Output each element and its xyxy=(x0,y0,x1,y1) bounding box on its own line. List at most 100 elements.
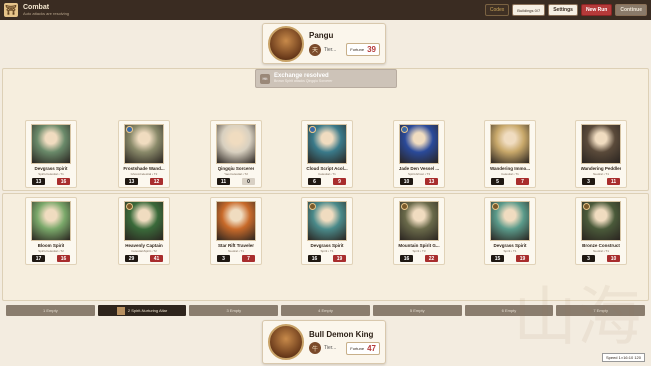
card-name: Star Rift Traveler xyxy=(217,243,254,248)
card-name: Bloom Spirit xyxy=(37,243,65,248)
card-stats: 13 12 xyxy=(125,178,163,185)
attack-stat: 16 xyxy=(400,255,413,262)
card-type: Yao•Celestial • T2 xyxy=(224,172,248,176)
toolbar-buttons: Codex Buildings 0/7 Settings New Run Con… xyxy=(484,4,647,16)
app-subtitle: Auto attacks are resolving xyxy=(23,11,70,16)
enemy-card[interactable]: Wandering Peddler Neutral • T1 3 11 xyxy=(575,120,627,188)
top-bar: ⛩ Combat Auto attacks are resolving Code… xyxy=(0,0,651,20)
health-stat: 16 xyxy=(57,178,70,185)
card-name: Heavenly Captain xyxy=(125,243,163,248)
watermark: 山海 xyxy=(513,281,641,355)
enemy-card[interactable]: Qingqiu Sorcerer Yao•Celestial • T2 11 0 xyxy=(210,120,262,188)
toast-subtitle: Brown Spirit attacks Qingqiu Sorcerer xyxy=(274,78,333,83)
altar-icon xyxy=(116,306,125,315)
attack-stat: 3 xyxy=(582,178,595,185)
card-art xyxy=(490,201,530,241)
card-stats: 69 xyxy=(308,178,346,185)
app-title: Combat xyxy=(23,4,50,11)
health-stat: 22 xyxy=(425,255,438,262)
enemy-hero-name: Pangu xyxy=(309,31,334,40)
card-name: Devgrass Spirit xyxy=(310,243,344,248)
card-type: Celestial•Spirit • T2 xyxy=(131,249,157,253)
health-stat: 10 xyxy=(607,255,620,262)
player-fortune-label: Fortune xyxy=(350,345,365,351)
card-name: Bronze Construct xyxy=(582,243,620,248)
enemy-hero-info: Pangu 天 Tier... Fortune 39 xyxy=(309,31,380,56)
enemy-fortune: Fortune 39 xyxy=(346,43,380,56)
card-art xyxy=(124,201,164,241)
building-slot[interactable]: 5 Empty xyxy=(372,305,462,316)
card-type: Neutral • T1 xyxy=(228,249,244,253)
player-fortune-value: 47 xyxy=(367,343,376,353)
card-name: Cloud Script Acol... xyxy=(306,166,348,171)
enemy-card[interactable]: Devgrass Spirit Spirit•Celestial • T1 13 16 xyxy=(25,120,77,188)
building-slot[interactable]: 4 Empty xyxy=(281,305,370,316)
enemy-card[interactable]: Cloud Script Acol... Celestial • T1 6 9 xyxy=(301,120,353,188)
enemy-hero-badge-icon: 天 xyxy=(309,43,321,56)
health-stat: 12 xyxy=(150,178,163,185)
building-slot[interactable]: 2 Spirit-Nurturing Altar xyxy=(97,305,187,316)
keyword-icon xyxy=(309,126,316,133)
health-stat: 0 xyxy=(242,178,255,185)
speed-indicator[interactable]: Speed 1×16:10 120 xyxy=(601,353,645,362)
attack-stat: 6 xyxy=(308,178,321,185)
card-name: Wandering Immo... xyxy=(489,166,531,171)
building-slot[interactable]: 3 Empty xyxy=(189,305,279,316)
building-slot-label: 4 Empty xyxy=(318,308,333,313)
attack-stat: 3 xyxy=(217,255,230,262)
player-hero-info: Bull Demon King 牛 Tier... Fortune 47 xyxy=(309,330,380,355)
player-hero-panel[interactable]: Bull Demon King 牛 Tier... Fortune 47 xyxy=(262,320,386,364)
hit-icon: Hit xyxy=(260,73,270,84)
player-card[interactable]: Devgrass Spirit Spirit • T1 16 19 xyxy=(301,197,353,265)
card-type: Spirit • T1 xyxy=(503,249,517,253)
enemy-fortune-label: Fortune xyxy=(350,47,365,52)
card-type: Spirit • T3 xyxy=(412,249,426,253)
card-art xyxy=(399,124,439,164)
card-stats: 37 xyxy=(217,255,255,262)
player-hero-tier: Tier... xyxy=(324,345,337,351)
card-art xyxy=(581,124,621,164)
attack-stat: 3 xyxy=(582,255,595,262)
continue-button[interactable]: Continue xyxy=(615,4,647,16)
enemy-hero-row: 天 Tier... Fortune 39 xyxy=(309,43,380,56)
attack-stat: 11 xyxy=(217,178,230,185)
attack-stat: 5 xyxy=(491,178,504,185)
player-hero-row: 牛 Tier... Fortune 47 xyxy=(309,341,380,355)
settings-button[interactable]: Settings xyxy=(548,4,578,16)
card-type: Celestial • T1 xyxy=(501,172,519,176)
enemy-hero-panel[interactable]: Pangu 天 Tier... Fortune 39 xyxy=(262,23,386,64)
player-card[interactable]: Bronze Construct Neutral • T1 3 10 xyxy=(575,197,627,265)
enemy-card[interactable]: Jade Den Vessel ... Spirit•Ghost • T3 10 13 xyxy=(393,120,445,188)
card-stats: 3 11 xyxy=(582,178,620,185)
health-stat: 11 xyxy=(607,178,620,185)
attack-stat: 15 xyxy=(491,255,504,262)
building-slot[interactable]: 1 Empty xyxy=(6,305,95,316)
player-hero-name: Bull Demon King xyxy=(309,329,374,339)
card-art xyxy=(307,124,347,164)
enemy-card[interactable]: Frostshade Wand... Ghost•Celestial • T2 13… xyxy=(118,120,170,188)
card-stats: 10 13 xyxy=(400,178,438,185)
card-name: Mountain Spirit G... xyxy=(398,243,440,248)
health-stat: 7 xyxy=(242,255,255,262)
building-slot-label: 2 Spirit-Nurturing Altar xyxy=(127,308,168,313)
player-hero-portrait xyxy=(268,324,304,360)
keyword-icon xyxy=(401,203,408,210)
keyword-icon xyxy=(309,203,316,210)
player-card[interactable]: Heavenly Captain Celestial•Spirit • T2 29 4… xyxy=(118,197,170,265)
player-card[interactable]: Star Rift Traveler Neutral • T1 3 7 xyxy=(210,197,262,265)
player-card[interactable]: Mountain Spirit G... Spirit • T3 16 22 xyxy=(393,197,445,265)
attack-stat: 29 xyxy=(125,255,138,262)
card-stats: 15 19 xyxy=(491,255,529,262)
codex-button[interactable]: Codex xyxy=(484,4,510,16)
card-stats: 11 0 xyxy=(217,178,255,185)
card-type: Spirit•Celestial • T2 xyxy=(38,249,64,253)
player-card[interactable]: Devgrass Spirit Spirit • T1 15 19 xyxy=(484,197,536,265)
keyword-icon xyxy=(126,203,133,210)
card-art xyxy=(216,124,256,164)
player-card[interactable]: Bloom Spirit Spirit•Celestial • T2 17 16 xyxy=(25,197,77,265)
card-name: Frostshade Wand... xyxy=(123,166,165,171)
enemy-card[interactable]: Wandering Immo... Celestial • T1 5 7 xyxy=(484,120,536,188)
buildings-button[interactable]: Buildings 0/7 xyxy=(512,4,546,16)
health-stat: 13 xyxy=(425,178,438,185)
new-run-button[interactable]: New Run xyxy=(580,4,613,16)
